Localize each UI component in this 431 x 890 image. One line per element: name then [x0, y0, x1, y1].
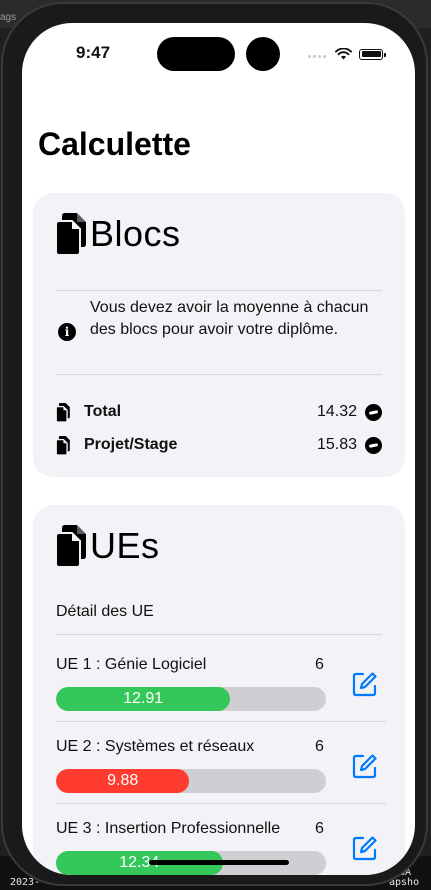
bloc-average: 14.32	[316, 403, 357, 420]
blocs-divider-bottom	[56, 374, 382, 375]
home-indicator[interactable]	[149, 860, 289, 865]
edit-icon[interactable]	[352, 835, 378, 861]
edit-icon[interactable]	[352, 753, 378, 779]
documents-icon	[56, 525, 86, 567]
documents-icon	[56, 213, 86, 255]
ue-coefficient: 6	[315, 656, 324, 673]
bloc-average: 15.83	[316, 436, 357, 453]
battery-icon	[359, 48, 386, 60]
bloc-name: Projet/Stage	[84, 436, 178, 453]
app-screen: 9:47 Calculette Blocs i Vous devez avoir…	[22, 23, 415, 875]
grade-value: 12.91	[123, 690, 164, 707]
grade-progress-bar: 9.88	[56, 769, 326, 793]
ue-detail-label: Détail des UE	[56, 603, 154, 620]
ue-row: UE 1 : Génie Logiciel 6 12.91	[56, 640, 386, 722]
ue-name: UE 2 : Systèmes et réseaux	[56, 738, 255, 755]
passed-badge-icon	[365, 436, 382, 454]
info-icon: i	[58, 323, 76, 341]
blocs-card: Blocs i Vous devez avoir la moyenne à ch…	[33, 193, 405, 477]
ues-card: UEs Détail des UE UE 1 : Génie Logiciel …	[33, 505, 405, 875]
passed-badge-icon	[365, 403, 382, 421]
ue-name: UE 1 : Génie Logiciel	[56, 656, 207, 673]
blocs-divider-top	[56, 290, 382, 291]
documents-icon	[56, 435, 70, 455]
blocs-header: Blocs	[56, 213, 181, 255]
ue-name: UE 3 : Insertion Professionnelle	[56, 820, 281, 837]
blocs-info-text: Vous devez avoir la moyenne à chacun des…	[90, 299, 369, 338]
ues-header: UEs	[56, 525, 160, 567]
ues-divider	[56, 634, 382, 635]
grade-progress-bar: 12.91	[56, 687, 326, 711]
status-time: 9:47	[76, 43, 111, 62]
ue-coefficient: 6	[315, 820, 324, 837]
bloc-row-projet-stage: Projet/Stage 15.83	[56, 434, 382, 456]
wifi-icon	[335, 48, 352, 60]
page-title: Calculette	[38, 126, 191, 162]
bloc-name: Total	[84, 403, 122, 420]
host-tab-fragment: ags	[0, 12, 17, 23]
blocs-heading: Blocs	[90, 213, 181, 254]
front-camera	[246, 37, 280, 71]
ue-row: UE 2 : Systèmes et réseaux 6 9.88	[56, 722, 386, 804]
grade-value: 9.88	[107, 772, 139, 789]
device-frame: 9:47 Calculette Blocs i Vous devez avoir…	[1, 2, 428, 886]
ues-heading: UEs	[90, 525, 160, 566]
documents-icon	[56, 402, 70, 422]
edit-icon[interactable]	[352, 671, 378, 697]
cellular-signal-icon	[308, 45, 328, 63]
ue-coefficient: 6	[315, 738, 324, 755]
dynamic-island	[157, 37, 235, 71]
bloc-row-total: Total 14.32	[56, 401, 382, 423]
status-icons	[308, 45, 386, 63]
